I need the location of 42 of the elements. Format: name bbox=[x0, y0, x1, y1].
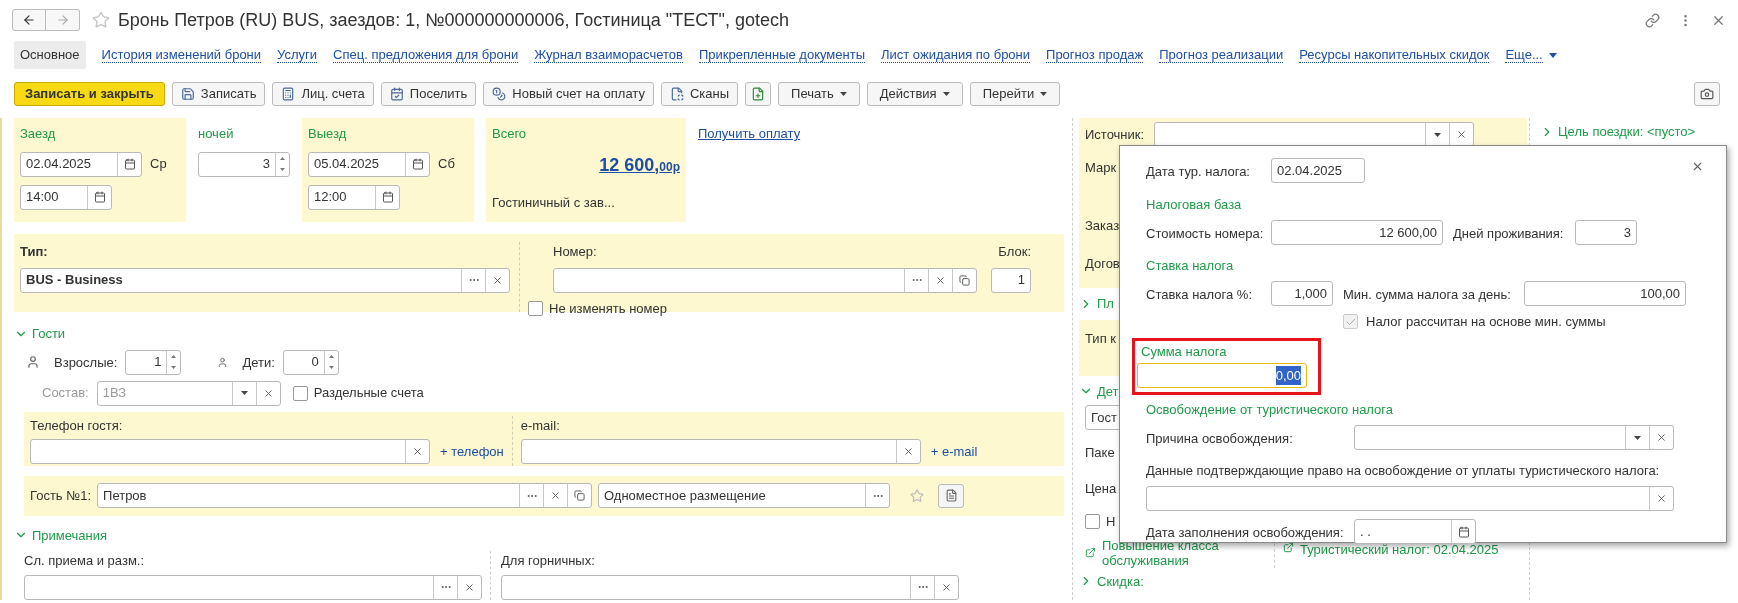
label: Данные подтверждающие право на освобождение от уплаты туристического налога: bbox=[1146, 463, 1660, 478]
label: Н bbox=[1106, 513, 1116, 531]
weekday-label: Сб bbox=[438, 155, 455, 174]
label: Догов bbox=[1085, 256, 1120, 271]
section-title: Налоговая база bbox=[1146, 197, 1242, 212]
label: Не изменять номер bbox=[549, 299, 667, 318]
label: Гость №1: bbox=[30, 486, 92, 505]
window-title: Бронь Петров (RU) BUS, заездов: 1, №000000000006, Гостиница "ТЕСТ", gotech bbox=[118, 8, 789, 32]
label: Тип: bbox=[20, 243, 49, 261]
section-title: Освобождение от туристического налога bbox=[1146, 402, 1394, 417]
label: Паке bbox=[1085, 445, 1115, 460]
label: Для горничных: bbox=[501, 552, 596, 570]
label: Состав: bbox=[42, 384, 89, 403]
label: Ставка налога %: bbox=[1146, 286, 1252, 302]
label: Заезд bbox=[20, 125, 57, 143]
label: Номер: bbox=[553, 243, 598, 261]
label: Выезд bbox=[308, 125, 348, 143]
section-title: Сумма налога bbox=[1141, 342, 1228, 361]
label: Дата тур. налога: bbox=[1146, 163, 1250, 179]
label: Всего bbox=[492, 125, 528, 143]
label: e-mail: bbox=[520, 416, 561, 435]
label: Сл. приема и разм.: bbox=[24, 552, 146, 570]
label: Налог рассчитан на основе мин. суммы bbox=[1366, 313, 1606, 331]
section-title: Ставка налога bbox=[1146, 258, 1234, 273]
label: Дата заполнения освобождения: bbox=[1146, 524, 1344, 540]
label: Блок: bbox=[998, 243, 1031, 261]
label: ночей bbox=[198, 125, 235, 143]
label: Причина освобождения: bbox=[1146, 430, 1293, 446]
tariff-label: Гостиничный с зав... bbox=[492, 195, 615, 210]
label: Тип к bbox=[1085, 330, 1116, 346]
label: Дети: bbox=[242, 355, 275, 370]
label: Марк bbox=[1085, 160, 1117, 175]
label: Заказ bbox=[1085, 218, 1120, 233]
label: Раздельные счета bbox=[313, 384, 424, 403]
weekday-label: Ср bbox=[150, 155, 167, 174]
label: Источник: bbox=[1085, 125, 1145, 144]
label: Телефон гостя: bbox=[30, 416, 124, 435]
label: Цена bbox=[1085, 481, 1117, 496]
label: Стоимость номера: bbox=[1146, 225, 1264, 241]
label: Взрослые: bbox=[54, 355, 118, 370]
label: Мин. сумма налога за день: bbox=[1343, 286, 1511, 302]
label: Дней проживания: bbox=[1453, 225, 1564, 241]
